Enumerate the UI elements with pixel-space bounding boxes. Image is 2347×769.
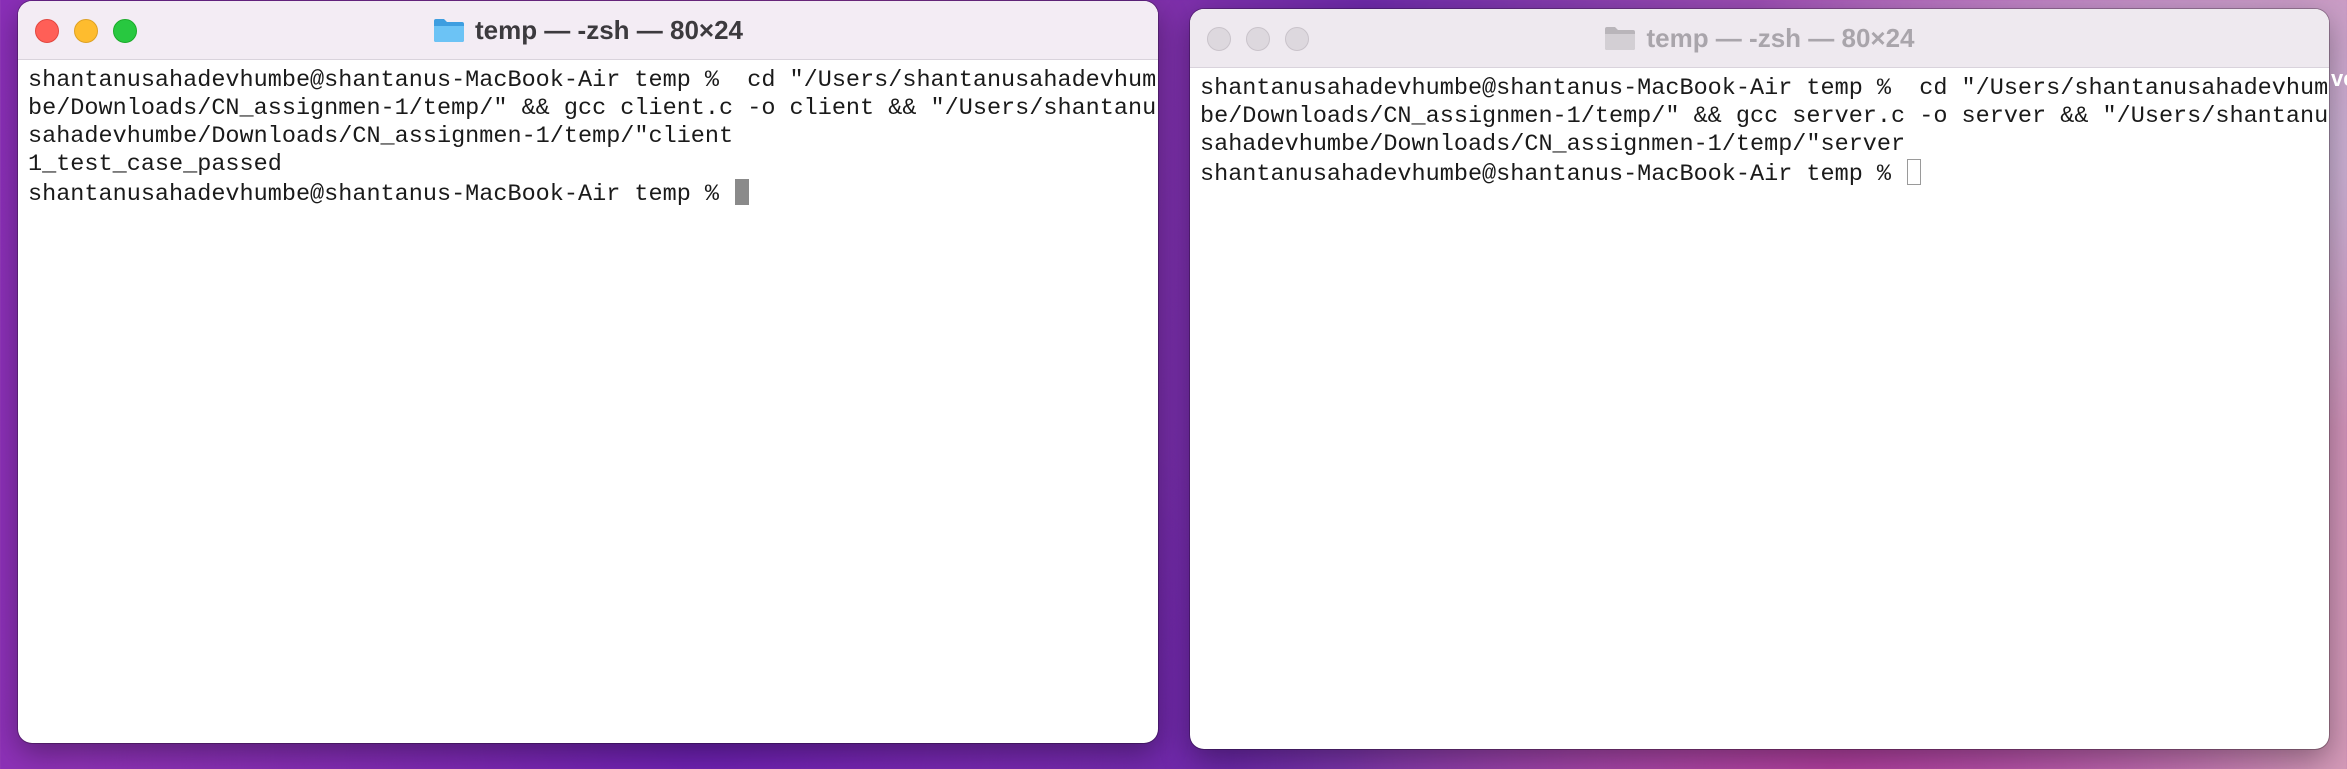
window-controls [35, 19, 137, 43]
terminal-line: be/Downloads/CN_assignmen-1/temp/" && gc… [1200, 103, 2329, 130]
folder-icon [1605, 27, 1636, 50]
window-controls [1207, 27, 1309, 51]
terminal-output[interactable]: shantanusahadevhumbe@shantanus-MacBook-A… [1190, 68, 2329, 189]
terminal-line: sahadevhumbe/Downloads/CN_assignmen-1/te… [28, 123, 734, 150]
text-cursor [1907, 159, 1922, 185]
terminal-line: shantanusahadevhumbe@shantanus-MacBook-A… [1200, 75, 2329, 102]
maximize-icon[interactable] [113, 19, 137, 43]
title-bar[interactable]: temp — -zsh — 80×24 [18, 1, 1158, 60]
maximize-icon[interactable] [1285, 27, 1309, 51]
text-cursor [735, 179, 750, 205]
terminal-window-client[interactable]: temp — -zsh — 80×24 shantanusahadevhumbe… [18, 1, 1158, 743]
terminal-line: shantanusahadevhumbe@shantanus-MacBook-A… [28, 67, 1157, 94]
terminal-output[interactable]: shantanusahadevhumbe@shantanus-MacBook-A… [18, 60, 1158, 209]
background-window-text: ve [2331, 66, 2347, 91]
terminal-window-server[interactable]: temp — -zsh — 80×24 shantanusahadevhumbe… [1190, 9, 2329, 749]
terminal-prompt: shantanusahadevhumbe@shantanus-MacBook-A… [1200, 161, 1906, 188]
close-icon[interactable] [1207, 27, 1231, 51]
window-title-text: temp — -zsh — 80×24 [474, 14, 744, 45]
folder-icon [433, 19, 464, 42]
minimize-icon[interactable] [1246, 27, 1270, 51]
title-bar[interactable]: temp — -zsh — 80×24 [1190, 9, 2329, 68]
close-icon[interactable] [35, 19, 59, 43]
terminal-prompt: shantanusahadevhumbe@shantanus-MacBook-A… [28, 181, 734, 208]
window-title: temp — -zsh — 80×24 [1604, 22, 1915, 54]
minimize-icon[interactable] [74, 19, 98, 43]
terminal-line: sahadevhumbe/Downloads/CN_assignmen-1/te… [1200, 131, 1906, 158]
terminal-line: be/Downloads/CN_assignmen-1/temp/" && gc… [28, 95, 1157, 122]
terminal-line: 1_test_case_passed [28, 151, 282, 178]
window-title: temp — -zsh — 80×24 [433, 15, 743, 46]
window-title-text: temp — -zsh — 80×24 [1646, 22, 1915, 53]
